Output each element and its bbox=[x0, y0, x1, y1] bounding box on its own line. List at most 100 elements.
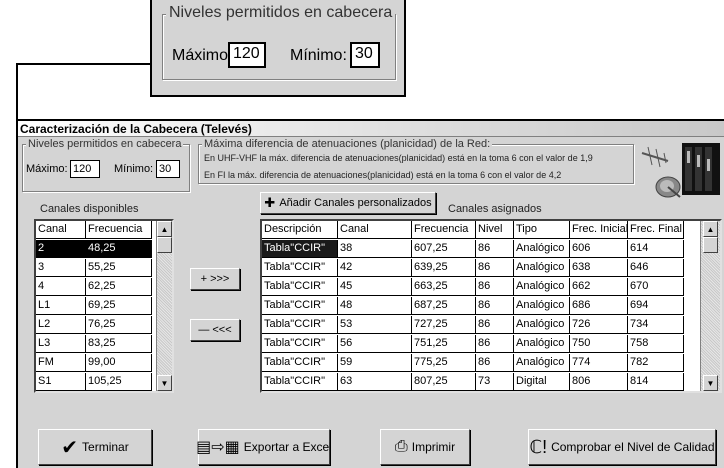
assigned-cell-tipo[interactable]: Digital bbox=[514, 373, 570, 391]
assigned-cell-descripcion[interactable]: Tabla"CCIR" bbox=[262, 335, 338, 353]
assigned-cell-frec-inicial[interactable]: 662 bbox=[570, 278, 628, 296]
assigned-cell-canal[interactable]: 63 bbox=[338, 373, 412, 391]
remove-channel-button[interactable]: — <<< bbox=[190, 319, 240, 341]
available-cell-frecuencia[interactable]: 69,25 bbox=[86, 297, 152, 315]
scroll-down-icon[interactable]: ▼ bbox=[703, 375, 718, 391]
assigned-cell-frec-final[interactable]: 734 bbox=[628, 316, 684, 334]
assigned-cell-frec-inicial[interactable]: 638 bbox=[570, 259, 628, 277]
available-cell-canal[interactable]: L2 bbox=[36, 316, 86, 334]
assigned-cell-descripcion[interactable]: Tabla"CCIR" bbox=[262, 297, 338, 315]
assigned-cell-frecuencia[interactable]: 663,25 bbox=[412, 278, 476, 296]
assigned-cell-descripcion[interactable]: Tabla"CCIR" bbox=[262, 240, 338, 258]
col-header-nivel[interactable]: Nivel bbox=[476, 221, 514, 239]
niveles-min-input[interactable]: 30 bbox=[156, 160, 180, 178]
available-cell-frecuencia[interactable]: 105,25 bbox=[86, 373, 152, 391]
assigned-cell-tipo[interactable]: Analógico bbox=[514, 259, 570, 277]
assigned-cell-tipo[interactable]: Analógico bbox=[514, 316, 570, 334]
assigned-cell-frecuencia[interactable]: 807,25 bbox=[412, 373, 476, 391]
assigned-cell-descripcion[interactable]: Tabla"CCIR" bbox=[262, 278, 338, 296]
available-cell-canal[interactable]: L3 bbox=[36, 335, 86, 353]
assigned-cell-nivel[interactable]: 73 bbox=[476, 373, 514, 391]
assigned-cell-frecuencia[interactable]: 775,25 bbox=[412, 354, 476, 372]
available-cell-canal[interactable]: FM bbox=[36, 354, 86, 372]
assigned-cell-frec-inicial[interactable]: 726 bbox=[570, 316, 628, 334]
assigned-cell-frec-inicial[interactable]: 750 bbox=[570, 335, 628, 353]
assigned-cell-frec-inicial[interactable]: 806 bbox=[570, 373, 628, 391]
assigned-cell-frec-inicial[interactable]: 606 bbox=[570, 240, 628, 258]
assigned-cell-frec-final[interactable]: 782 bbox=[628, 354, 684, 372]
assigned-cell-tipo[interactable]: Analógico bbox=[514, 297, 570, 315]
assigned-cell-frec-final[interactable]: 614 bbox=[628, 240, 684, 258]
assigned-cell-frecuencia[interactable]: 727,25 bbox=[412, 316, 476, 334]
assigned-cell-frecuencia[interactable]: 687,25 bbox=[412, 297, 476, 315]
assigned-cell-frecuencia[interactable]: 751,25 bbox=[412, 335, 476, 353]
export-excel-button[interactable]: ▤⇨▦ Exportar a Excel bbox=[196, 429, 332, 465]
available-cell-frecuencia[interactable]: 55,25 bbox=[86, 259, 152, 277]
scroll-thumb[interactable] bbox=[157, 237, 172, 253]
available-cell-frecuencia[interactable]: 76,25 bbox=[86, 316, 152, 334]
available-cell-canal[interactable]: 4 bbox=[36, 278, 86, 296]
assigned-cell-canal[interactable]: 38 bbox=[338, 240, 412, 258]
available-cell-frecuencia[interactable]: 99,00 bbox=[86, 354, 152, 372]
zoom-min-input[interactable]: 30 bbox=[350, 42, 380, 68]
assigned-cell-nivel[interactable]: 86 bbox=[476, 335, 514, 353]
add-channel-button[interactable]: + >>> bbox=[190, 268, 240, 290]
scroll-thumb[interactable] bbox=[703, 237, 718, 253]
print-button[interactable]: ⎙ Imprimir bbox=[380, 429, 470, 465]
assigned-cell-tipo[interactable]: Analógico bbox=[514, 354, 570, 372]
assigned-cell-nivel[interactable]: 86 bbox=[476, 259, 514, 277]
col-header-canal[interactable]: Canal bbox=[36, 221, 86, 239]
col-header-frecuencia[interactable]: Frecuencia bbox=[86, 221, 152, 239]
assigned-cell-descripcion[interactable]: Tabla"CCIR" bbox=[262, 316, 338, 334]
assigned-cell-frecuencia[interactable]: 639,25 bbox=[412, 259, 476, 277]
col-header-tipo[interactable]: Tipo bbox=[514, 221, 570, 239]
available-cell-canal[interactable]: 2 bbox=[36, 240, 86, 258]
zoom-max-input[interactable]: 120 bbox=[228, 42, 266, 68]
assigned-cell-canal[interactable]: 56 bbox=[338, 335, 412, 353]
assigned-cell-canal[interactable]: 42 bbox=[338, 259, 412, 277]
available-cell-canal[interactable]: L1 bbox=[36, 297, 86, 315]
assigned-cell-frec-final[interactable]: 670 bbox=[628, 278, 684, 296]
assigned-cell-nivel[interactable]: 86 bbox=[476, 240, 514, 258]
assigned-cell-nivel[interactable]: 86 bbox=[476, 354, 514, 372]
scroll-down-icon[interactable]: ▼ bbox=[157, 375, 172, 391]
col-header-frec-final[interactable]: Frec. Final bbox=[628, 221, 684, 239]
assigned-cell-nivel[interactable]: 86 bbox=[476, 278, 514, 296]
assigned-cell-tipo[interactable]: Analógico bbox=[514, 278, 570, 296]
available-cell-frecuencia[interactable]: 62,25 bbox=[86, 278, 152, 296]
col-header-frec-inicial[interactable]: Frec. Inicial bbox=[570, 221, 628, 239]
niveles-max-input[interactable]: 120 bbox=[70, 160, 100, 178]
col-header-canal[interactable]: Canal bbox=[338, 221, 412, 239]
assigned-scrollbar[interactable]: ▲ ▼ bbox=[700, 221, 720, 391]
add-custom-channels-button[interactable]: ✚ Añadir Canales personalizados bbox=[260, 192, 436, 214]
available-channels-table[interactable]: Canal Frecuencia 2 48,25 3 55,25 4 62,25 L1 69,… bbox=[34, 219, 174, 393]
assigned-cell-descripcion[interactable]: Tabla"CCIR" bbox=[262, 354, 338, 372]
assigned-cell-descripcion[interactable]: Tabla"CCIR" bbox=[262, 373, 338, 391]
assigned-cell-frec-inicial[interactable]: 686 bbox=[570, 297, 628, 315]
assigned-cell-descripcion[interactable]: Tabla"CCIR" bbox=[262, 259, 338, 277]
assigned-cell-frec-final[interactable]: 694 bbox=[628, 297, 684, 315]
available-cell-canal[interactable]: 3 bbox=[36, 259, 86, 277]
assigned-cell-nivel[interactable]: 86 bbox=[476, 297, 514, 315]
available-cell-frecuencia[interactable]: 48,25 bbox=[86, 240, 152, 258]
assigned-cell-frec-final[interactable]: 758 bbox=[628, 335, 684, 353]
scroll-up-icon[interactable]: ▲ bbox=[703, 221, 718, 237]
assigned-cell-canal[interactable]: 53 bbox=[338, 316, 412, 334]
assigned-cell-frec-final[interactable]: 814 bbox=[628, 373, 684, 391]
assigned-channels-table[interactable]: Descripción Canal Frecuencia Nivel Tipo Frec.… bbox=[260, 219, 722, 393]
assigned-cell-frec-final[interactable]: 646 bbox=[628, 259, 684, 277]
assigned-cell-canal[interactable]: 59 bbox=[338, 354, 412, 372]
col-header-frecuencia[interactable]: Frecuencia bbox=[412, 221, 476, 239]
available-cell-frecuencia[interactable]: 83,25 bbox=[86, 335, 152, 353]
assigned-cell-tipo[interactable]: Analógico bbox=[514, 240, 570, 258]
assigned-cell-frec-inicial[interactable]: 774 bbox=[570, 354, 628, 372]
scroll-up-icon[interactable]: ▲ bbox=[157, 221, 172, 237]
assigned-cell-canal[interactable]: 45 bbox=[338, 278, 412, 296]
available-scrollbar[interactable]: ▲ ▼ bbox=[156, 221, 172, 391]
assigned-cell-frecuencia[interactable]: 607,25 bbox=[412, 240, 476, 258]
check-quality-button[interactable]: ℂ! Comprobar el Nivel de Calidad bbox=[528, 429, 716, 465]
assigned-cell-tipo[interactable]: Analógico bbox=[514, 335, 570, 353]
assigned-cell-canal[interactable]: 48 bbox=[338, 297, 412, 315]
available-cell-canal[interactable]: S1 bbox=[36, 373, 86, 391]
finish-button[interactable]: ✔ Terminar bbox=[38, 429, 152, 465]
